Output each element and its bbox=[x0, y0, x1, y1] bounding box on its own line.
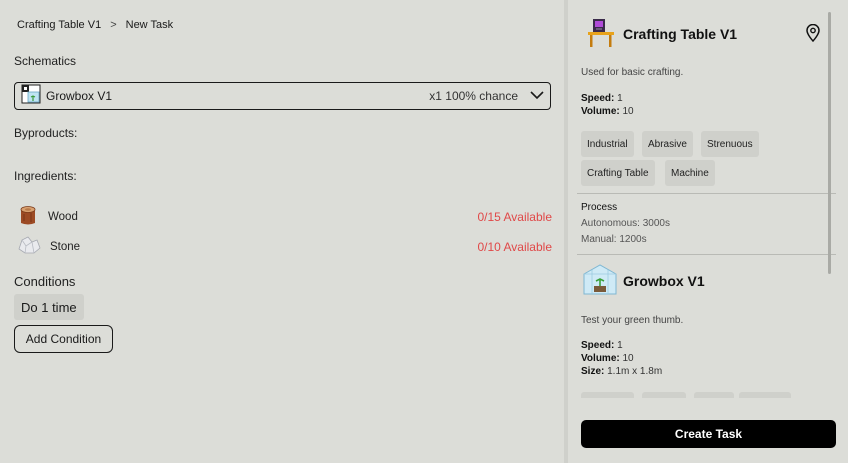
section-divider bbox=[577, 193, 836, 194]
growbox-icon bbox=[21, 84, 41, 109]
wood-icon bbox=[17, 202, 39, 231]
ingredient-availability: 0/15 Available bbox=[477, 209, 552, 224]
tag: Industrial bbox=[581, 131, 634, 157]
speed-value: 1 bbox=[617, 340, 623, 351]
volume-value: 10 bbox=[622, 106, 634, 117]
volume-label: Volume: bbox=[581, 353, 620, 364]
details-panel: Crafting Table V1 Used for basic craftin… bbox=[568, 0, 848, 463]
speed-label: Speed: bbox=[581, 93, 615, 104]
schematic-select[interactable]: Growbox V1 x1 100% chance bbox=[14, 82, 551, 110]
location-pin-icon[interactable] bbox=[805, 23, 821, 47]
ingredient-name: Wood bbox=[48, 210, 78, 223]
card-title: Crafting Table V1 bbox=[623, 26, 738, 42]
process-label: Process bbox=[581, 202, 618, 213]
process-autonomous: Autonomous: 3000s bbox=[581, 218, 670, 229]
size-value: 1.1m x 1.8m bbox=[607, 366, 663, 377]
breadcrumb: Crafting Table V1 > New Task bbox=[17, 19, 173, 31]
speed-stat: Speed: 1 bbox=[581, 340, 623, 351]
conditions-label: Conditions bbox=[14, 274, 76, 289]
ingredients-label: Ingredients: bbox=[14, 169, 77, 183]
add-condition-button[interactable]: Add Condition bbox=[14, 325, 113, 353]
size-label: Size: bbox=[581, 366, 605, 377]
breadcrumb-separator: > bbox=[110, 19, 117, 31]
schematics-label: Schematics bbox=[14, 54, 77, 68]
ingredient-row: Stone 0/10 Available bbox=[17, 233, 552, 260]
tag: Machine bbox=[665, 160, 715, 186]
scrollbar[interactable] bbox=[828, 12, 831, 274]
create-task-button[interactable]: Create Task bbox=[581, 420, 836, 448]
stone-icon bbox=[17, 233, 41, 260]
task-form-panel: Crafting Table V1 > New Task Schematics … bbox=[0, 0, 564, 463]
chevron-down-icon bbox=[530, 87, 544, 105]
card-description: Test your green thumb. bbox=[581, 315, 684, 326]
volume-stat: Volume: 10 bbox=[581, 353, 634, 364]
scroll-fade bbox=[568, 398, 848, 418]
card-description: Used for basic crafting. bbox=[581, 67, 684, 78]
tag: Crafting Table bbox=[581, 160, 655, 186]
volume-value: 10 bbox=[622, 353, 634, 364]
growbox-icon bbox=[580, 262, 620, 303]
section-divider bbox=[577, 254, 836, 255]
ingredient-availability: 0/10 Available bbox=[477, 239, 552, 254]
process-manual: Manual: 1200s bbox=[581, 234, 647, 245]
volume-label: Volume: bbox=[581, 106, 620, 117]
speed-stat: Speed: 1 bbox=[581, 93, 623, 104]
tag: Strenuous bbox=[701, 131, 759, 157]
volume-stat: Volume: 10 bbox=[581, 106, 634, 117]
schematic-name: Growbox V1 bbox=[46, 89, 113, 103]
card-title: Growbox V1 bbox=[623, 273, 705, 289]
size-stat: Size: 1.1m x 1.8m bbox=[581, 366, 662, 377]
ingredient-name: Stone bbox=[50, 240, 81, 253]
speed-value: 1 bbox=[617, 93, 623, 104]
condition-chip[interactable]: Do 1 time bbox=[14, 294, 84, 320]
crafting-table-icon bbox=[584, 17, 616, 54]
breadcrumb-current: New Task bbox=[125, 19, 174, 31]
breadcrumb-parent[interactable]: Crafting Table V1 bbox=[17, 19, 101, 31]
schematic-meta: x1 100% chance bbox=[429, 89, 518, 103]
tag: Abrasive bbox=[642, 131, 693, 157]
speed-label: Speed: bbox=[581, 340, 615, 351]
ingredient-row: Wood 0/15 Available bbox=[17, 202, 552, 231]
byproducts-label: Byproducts: bbox=[14, 126, 78, 140]
